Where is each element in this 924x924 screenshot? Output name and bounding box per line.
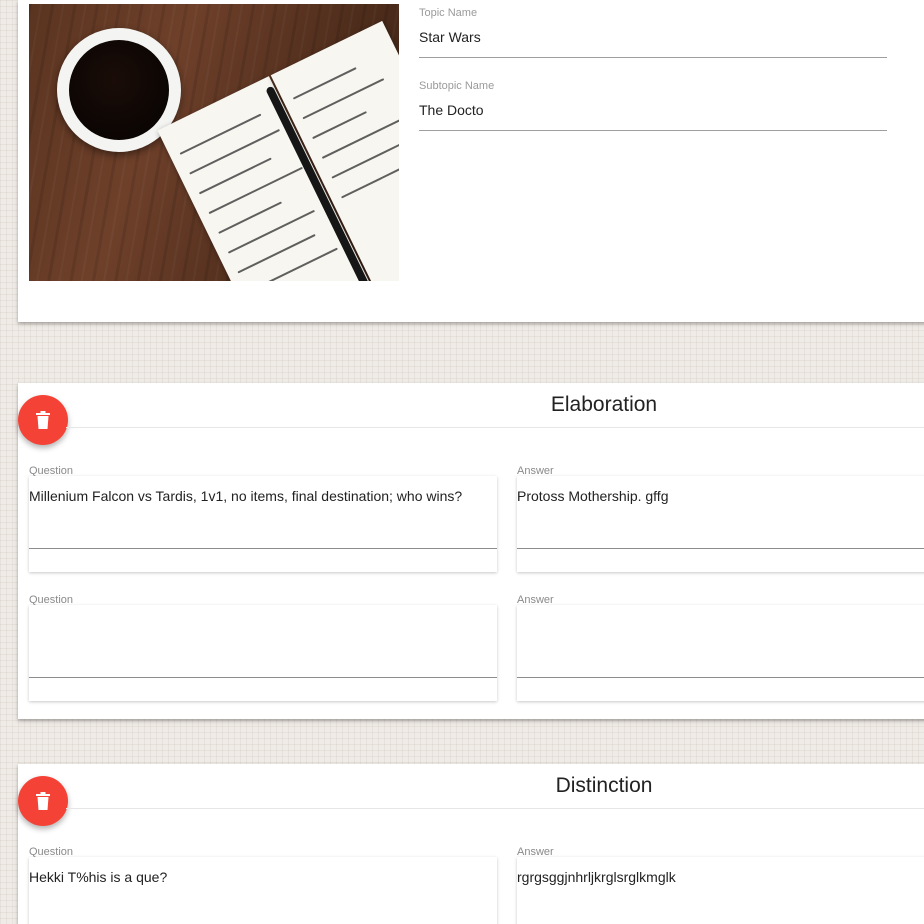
answer-textarea[interactable]: rgrgsggjnhrljkrglsrglkmglk: [517, 857, 924, 924]
distinction-card: Distinction Question Hekki T%his is a qu…: [18, 764, 924, 924]
topic-card: Topic Name Star Wars Subtopic Name The D…: [18, 0, 924, 322]
answer-underline: [517, 548, 924, 549]
elaboration-card: Elaboration Question Millenium Falcon vs…: [18, 383, 924, 719]
topic-name-underline: [419, 57, 887, 58]
answer-text: Protoss Mothership. gffg: [517, 488, 669, 504]
subtopic-name-label: Subtopic Name: [419, 80, 495, 92]
question-textarea[interactable]: Millenium Falcon vs Tardis, 1v1, no item…: [29, 476, 497, 572]
answer-underline: [517, 677, 924, 678]
question-textarea[interactable]: Hekki T%his is a que?: [29, 857, 497, 924]
answer-textarea[interactable]: [517, 605, 924, 701]
question-textarea[interactable]: [29, 605, 497, 701]
card-title-divider: [66, 427, 924, 428]
topic-photo: [29, 4, 399, 281]
answer-text: rgrgsggjnhrljkrglsrglkmglk: [517, 869, 676, 885]
card-title: Distinction: [555, 774, 653, 797]
coffee: [69, 40, 169, 140]
card-title-divider: [66, 808, 924, 809]
question-text: Millenium Falcon vs Tardis, 1v1, no item…: [29, 488, 463, 504]
question-underline: [29, 677, 497, 678]
topic-name-input[interactable]: Star Wars: [419, 29, 481, 45]
topic-name-label: Topic Name: [419, 7, 478, 19]
answer-textarea[interactable]: Protoss Mothership. gffg: [517, 476, 924, 572]
card-title: Elaboration: [550, 393, 658, 416]
subtopic-name-underline: [419, 130, 887, 131]
question-underline: [29, 548, 497, 549]
question-text: Hekki T%his is a que?: [29, 869, 168, 885]
subtopic-name-input[interactable]: The Docto: [419, 102, 484, 118]
